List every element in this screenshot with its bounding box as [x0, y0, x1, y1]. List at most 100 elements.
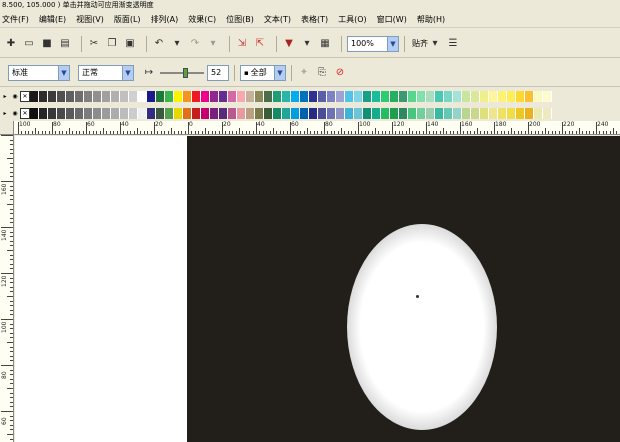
transparency-type-select[interactable]: 标准 ▼: [8, 64, 70, 81]
color-swatch[interactable]: [48, 90, 57, 102]
color-swatch[interactable]: [246, 90, 255, 102]
selection-center-handle[interactable]: [416, 295, 419, 298]
color-swatch[interactable]: [183, 107, 192, 119]
color-swatch[interactable]: [300, 107, 309, 119]
color-swatch[interactable]: [237, 107, 246, 119]
color-swatch[interactable]: [84, 107, 93, 119]
print-icon[interactable]: ▤: [58, 37, 72, 51]
menu-help[interactable]: 帮助(H): [417, 14, 445, 25]
color-swatch[interactable]: [309, 90, 318, 102]
color-swatch[interactable]: [246, 107, 255, 119]
color-swatch[interactable]: [174, 90, 183, 102]
color-swatch[interactable]: [30, 107, 39, 119]
color-swatch[interactable]: [192, 90, 201, 102]
color-swatch[interactable]: [138, 107, 147, 119]
palette-scroll-icon[interactable]: ▸: [0, 108, 10, 119]
color-swatch[interactable]: [507, 107, 516, 119]
vertical-ruler[interactable]: 160 140 120 100 80 60: [0, 135, 14, 442]
color-swatch[interactable]: [408, 107, 417, 119]
save-icon[interactable]: ■: [40, 37, 54, 51]
color-swatch[interactable]: [273, 107, 282, 119]
color-swatch[interactable]: [543, 90, 552, 102]
app-launcher-icon[interactable]: ▼: [282, 37, 296, 51]
menu-arrange[interactable]: 排列(A): [151, 14, 179, 25]
color-swatch[interactable]: [138, 90, 147, 102]
color-swatch[interactable]: [192, 107, 201, 119]
color-swatch[interactable]: [219, 90, 228, 102]
color-swatch[interactable]: [264, 107, 273, 119]
color-swatch[interactable]: [507, 90, 516, 102]
color-swatch[interactable]: [228, 107, 237, 119]
new-document-icon[interactable]: ✚: [4, 37, 18, 51]
color-swatch[interactable]: [102, 90, 111, 102]
color-swatch[interactable]: [363, 90, 372, 102]
color-swatch[interactable]: [336, 90, 345, 102]
color-swatch[interactable]: [399, 90, 408, 102]
color-swatch[interactable]: [57, 107, 66, 119]
color-swatch[interactable]: [147, 107, 156, 119]
color-swatch[interactable]: [480, 90, 489, 102]
color-swatch[interactable]: [156, 90, 165, 102]
color-swatch[interactable]: [381, 107, 390, 119]
color-swatch[interactable]: [210, 90, 219, 102]
color-swatch[interactable]: [39, 107, 48, 119]
color-swatch[interactable]: [291, 107, 300, 119]
color-swatch[interactable]: [156, 107, 165, 119]
chevron-down-icon[interactable]: ▼: [274, 65, 285, 80]
color-swatch[interactable]: [264, 90, 273, 102]
horizontal-ruler[interactable]: 100 80 60 40 20 0 20 40 60 80 100 120 140 160 180 200 22…: [14, 121, 620, 135]
color-swatch[interactable]: [183, 90, 192, 102]
welcome-screen-icon[interactable]: ▦: [318, 37, 332, 51]
color-swatch[interactable]: [165, 90, 174, 102]
menu-text[interactable]: 文本(T): [264, 14, 291, 25]
chevron-down-icon[interactable]: ▼: [122, 65, 133, 80]
color-swatch[interactable]: [444, 107, 453, 119]
color-swatch[interactable]: [255, 90, 264, 102]
color-swatch[interactable]: [48, 107, 57, 119]
snap-dropdown-icon[interactable]: ▾: [428, 37, 442, 51]
zoom-level-select[interactable]: 100% ▼: [347, 35, 399, 52]
color-swatch[interactable]: [39, 90, 48, 102]
redo-icon[interactable]: ↷: [188, 37, 202, 51]
color-swatch[interactable]: [318, 90, 327, 102]
color-swatch[interactable]: [309, 107, 318, 119]
color-swatch[interactable]: [534, 90, 543, 102]
color-swatch[interactable]: [273, 90, 282, 102]
merge-mode-select[interactable]: 正常 ▼: [78, 64, 134, 81]
color-swatch[interactable]: [426, 107, 435, 119]
no-fill-swatch-icon[interactable]: ✕: [20, 107, 30, 119]
color-swatch[interactable]: [498, 107, 507, 119]
color-swatch[interactable]: [372, 90, 381, 102]
opacity-slider[interactable]: [160, 67, 204, 78]
color-swatch[interactable]: [354, 107, 363, 119]
color-swatch[interactable]: [453, 90, 462, 102]
copy-transparency-icon[interactable]: ⎘: [315, 66, 329, 80]
color-swatch[interactable]: [120, 90, 129, 102]
color-swatch[interactable]: [300, 90, 309, 102]
color-swatch[interactable]: [471, 90, 480, 102]
paste-icon[interactable]: ▣: [123, 37, 137, 51]
color-swatch[interactable]: [237, 90, 246, 102]
color-swatch[interactable]: [417, 107, 426, 119]
color-swatch[interactable]: [201, 90, 210, 102]
open-folder-icon[interactable]: ▭: [22, 37, 36, 51]
apply-to-select[interactable]: ▪ 全部 ▼: [240, 64, 286, 81]
color-swatch[interactable]: [345, 90, 354, 102]
color-swatch[interactable]: [336, 107, 345, 119]
color-swatch[interactable]: [543, 107, 552, 119]
color-swatch[interactable]: [75, 90, 84, 102]
freeze-icon[interactable]: ✦: [297, 66, 311, 80]
color-swatch[interactable]: [174, 107, 183, 119]
color-swatch[interactable]: [75, 107, 84, 119]
page-area[interactable]: [15, 136, 187, 442]
color-swatch[interactable]: [435, 90, 444, 102]
color-swatch[interactable]: [462, 90, 471, 102]
app-launcher-dropdown-icon[interactable]: ▾: [300, 37, 314, 51]
color-swatch[interactable]: [453, 107, 462, 119]
options-icon[interactable]: ☰: [446, 37, 460, 51]
color-swatch[interactable]: [390, 90, 399, 102]
color-swatch[interactable]: [525, 90, 534, 102]
color-swatch[interactable]: [480, 107, 489, 119]
drawing-canvas[interactable]: [187, 136, 620, 442]
color-swatch[interactable]: [282, 107, 291, 119]
